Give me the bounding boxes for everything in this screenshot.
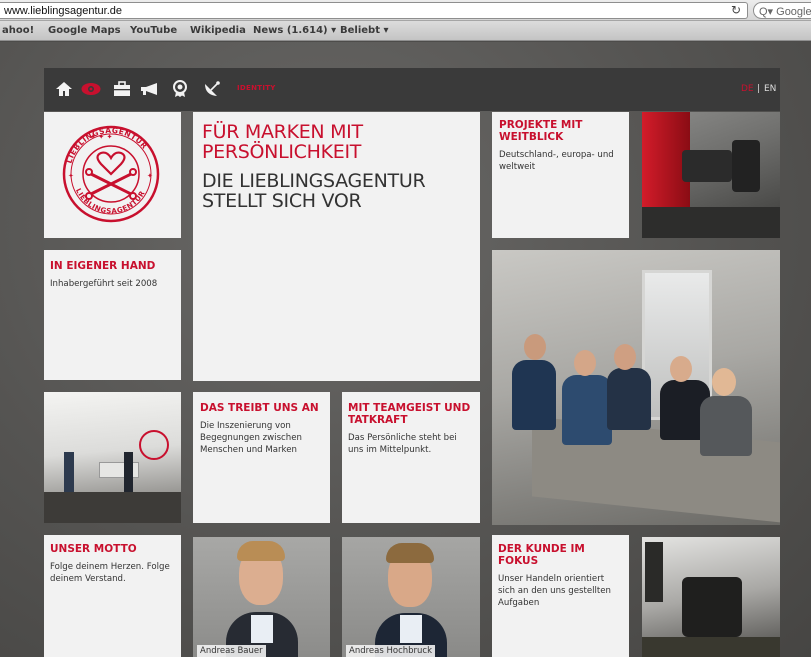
teamgeist-text: Das Persönliche steht bei uns im Mittelp… xyxy=(348,433,457,455)
kunde-text: Unser Handeln orientiert sich an den uns… xyxy=(498,574,611,608)
lang-de-link[interactable]: DE xyxy=(741,84,754,94)
briefcase-icon[interactable] xyxy=(112,79,132,99)
motto-tile[interactable]: UNSER MOTTO Folge deinem Herzen. Folge d… xyxy=(44,535,181,657)
projekte-text: Deutschland-, europa- und weltweit xyxy=(499,150,614,172)
svg-text:✦: ✦ xyxy=(68,172,74,180)
intro-headline-red: FÜR MARKEN MIT PERSÖNLICHKEIT xyxy=(202,121,363,163)
kunde-tile[interactable]: DER KUNDE IM FOKUS Unser Handeln orienti… xyxy=(492,535,629,657)
lounge-chair-photo[interactable] xyxy=(642,537,780,657)
team-meeting-photo[interactable] xyxy=(492,250,780,525)
motto-text: Folge deinem Herzen. Folge deinem Versta… xyxy=(50,562,170,584)
bookmark-beliebt[interactable]: Beliebt ▾ xyxy=(340,25,388,36)
eigener-hand-tile[interactable]: IN EIGENER HAND Inhabergeführt seit 2008 xyxy=(44,250,181,380)
address-bar[interactable]: www.lieblingsagentur.de xyxy=(0,2,748,19)
motto-title: UNSER MOTTO xyxy=(50,543,137,555)
lang-en-link[interactable]: EN xyxy=(764,84,776,94)
eye-icon[interactable] xyxy=(81,79,101,99)
bookmark-wikipedia[interactable]: Wikipedia xyxy=(190,25,246,36)
award-icon[interactable] xyxy=(170,79,190,99)
search-input[interactable]: Q▾ Google xyxy=(753,2,811,19)
logo-text-top: LIEBLINGSAGENTUR xyxy=(65,126,149,165)
satellite-icon[interactable] xyxy=(202,79,222,99)
treibt-text: Die Inszenierung von Begegnungen zwische… xyxy=(200,421,302,455)
eigener-hand-title: IN EIGENER HAND xyxy=(50,260,156,272)
intro-headline-dark: DIE LIEBLINGSAGENTUR STELLT SICH VOR xyxy=(202,170,426,212)
kunde-title: DER KUNDE IM FOKUS xyxy=(498,543,585,567)
portrait-bauer-caption: Andreas Bauer xyxy=(197,645,266,657)
bookmark-yahoo[interactable]: ahoo! xyxy=(2,25,34,36)
treibt-title: DAS TREIBT UNS AN xyxy=(200,402,319,414)
projekte-title: PROJEKTE MIT WEITBLICK xyxy=(499,119,583,143)
nav-active-label[interactable]: IDENTITY xyxy=(237,84,276,92)
teamgeist-tile[interactable]: MIT TEAMGEIST UND TATKRAFT Das Persönlic… xyxy=(342,392,480,523)
lang-separator: | xyxy=(757,84,761,94)
bookmarks-bar: ahoo! Google Maps YouTube Wikipedia News… xyxy=(0,21,811,41)
intro-tile[interactable]: FÜR MARKEN MIT PERSÖNLICHKEIT DIE LIEBLI… xyxy=(193,112,480,381)
eigener-hand-text: Inhabergeführt seit 2008 xyxy=(50,279,158,289)
office-interior-photo[interactable] xyxy=(44,392,181,523)
reload-icon[interactable]: ↻ xyxy=(731,3,741,17)
bookmark-google-maps[interactable]: Google Maps xyxy=(48,25,121,36)
portrait-andreas-bauer[interactable]: Andreas Bauer xyxy=(193,537,330,657)
office-chair-photo[interactable] xyxy=(642,112,780,238)
house-icon[interactable] xyxy=(54,79,74,99)
portrait-andreas-hochbruck[interactable]: Andreas Hochbruck xyxy=(342,537,480,657)
teamgeist-title: MIT TEAMGEIST UND TATKRAFT xyxy=(348,402,471,426)
website-page: IDENTITY DE | EN ✦ ✦ ✦ ✦ ✦ LIEBLINGSAGEN… xyxy=(0,42,811,657)
logo-tile[interactable]: ✦ ✦ ✦ ✦ ✦ LIEBLINGSAGENTUR LIEBLINGSAGENT… xyxy=(44,112,181,238)
logo-seal: ✦ ✦ ✦ ✦ ✦ LIEBLINGSAGENTUR LIEBLINGSAGENT… xyxy=(62,125,160,223)
treibt-tile[interactable]: DAS TREIBT UNS AN Die Inszenierung von B… xyxy=(193,392,330,523)
projekte-tile[interactable]: PROJEKTE MIT WEITBLICK Deutschland-, eur… xyxy=(492,112,629,238)
bookmark-youtube[interactable]: YouTube xyxy=(130,25,177,36)
portrait-hochbruck-caption: Andreas Hochbruck xyxy=(346,645,435,657)
browser-toolbar: www.lieblingsagentur.de ↻ Q▾ Google xyxy=(0,0,811,21)
svg-text:✦: ✦ xyxy=(147,172,153,180)
svg-text:LIEBLINGSAGENTUR: LIEBLINGSAGENTUR xyxy=(65,126,150,165)
bookmark-news[interactable]: News (1.614) ▾ xyxy=(253,25,336,36)
megaphone-icon[interactable] xyxy=(140,79,160,99)
site-navbar: IDENTITY DE | EN xyxy=(44,68,780,111)
